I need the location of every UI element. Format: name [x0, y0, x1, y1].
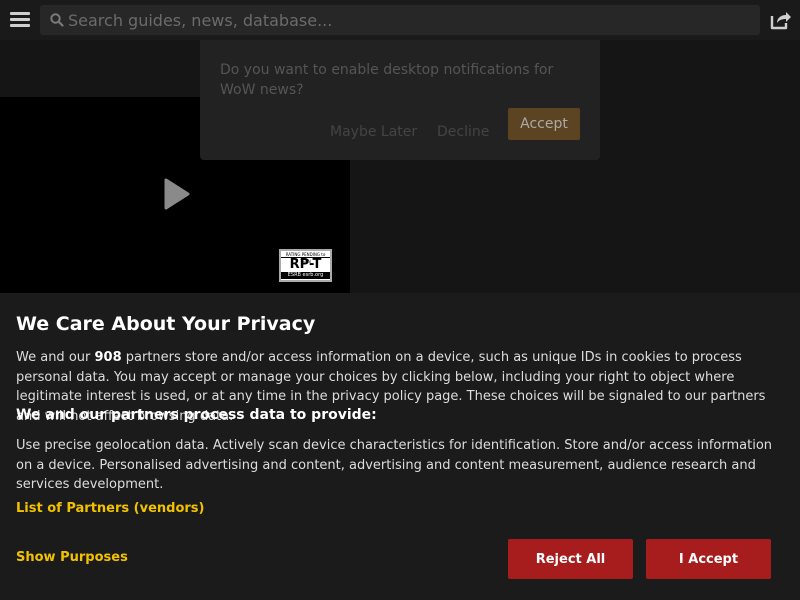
- partner-count: 908: [94, 350, 122, 365]
- hamburger-menu-icon[interactable]: [8, 9, 32, 31]
- maybe-later-button[interactable]: Maybe Later: [330, 124, 417, 140]
- accept-button[interactable]: I Accept: [646, 539, 771, 579]
- play-icon[interactable]: [160, 177, 192, 215]
- top-bar: [0, 0, 800, 40]
- accept-notifications-button[interactable]: Accept: [508, 108, 580, 140]
- vendors-list-link[interactable]: List of Partners (vendors): [16, 501, 204, 516]
- search-input[interactable]: [68, 5, 760, 35]
- privacy-consent-panel: We Care About Your Privacy We and our 90…: [0, 293, 800, 600]
- privacy-subheading: We and our partners process data to prov…: [16, 407, 377, 423]
- notification-message: Do you want to enable desktop notificati…: [220, 62, 554, 98]
- show-purposes-link[interactable]: Show Purposes: [16, 550, 128, 565]
- privacy-purposes-text: Use precise geolocation data. Actively s…: [16, 438, 773, 492]
- privacy-title: We Care About Your Privacy: [16, 313, 316, 335]
- search-bar: [40, 5, 760, 35]
- reject-all-button[interactable]: Reject All: [508, 539, 633, 579]
- share-icon[interactable]: [768, 8, 792, 32]
- search-icon: [46, 5, 68, 35]
- decline-button[interactable]: Decline: [437, 124, 489, 140]
- esrb-rating-badge: RATING PENDING to TEEN RP-T ESRB esrb.or…: [279, 249, 332, 282]
- notification-prompt: Do you want to enable desktop notificati…: [200, 40, 600, 160]
